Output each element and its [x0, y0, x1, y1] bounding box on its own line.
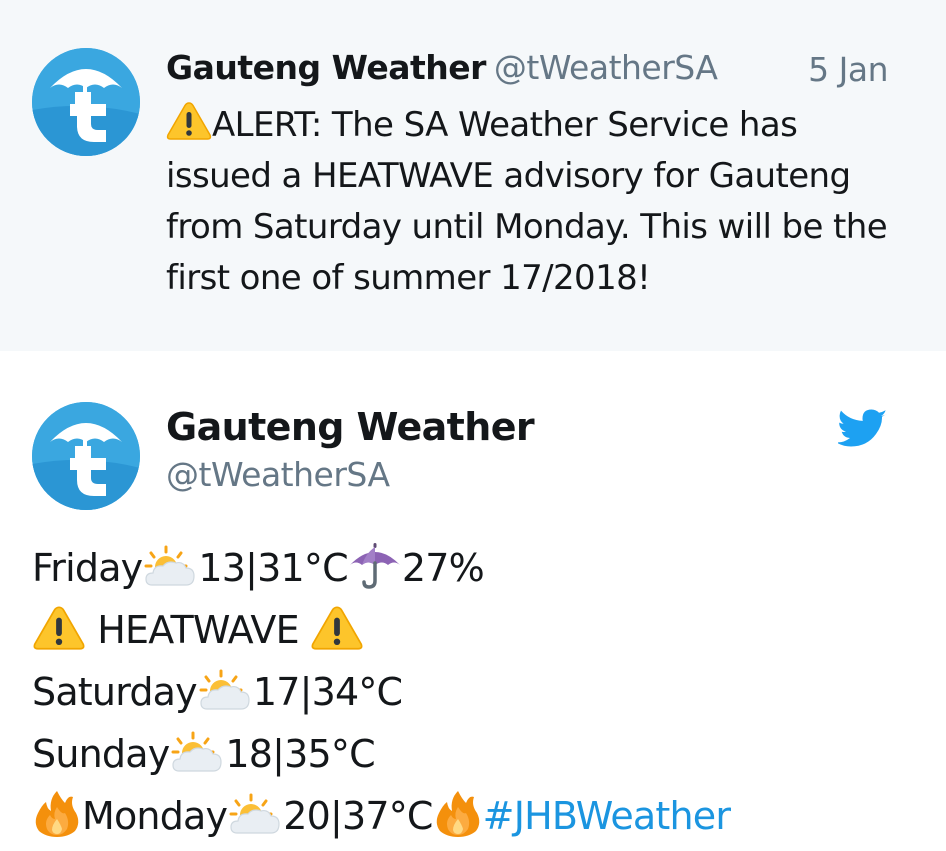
forecast-line-sunday: Sunday 18|35°C	[32, 723, 932, 785]
day-label: Sunday	[32, 732, 170, 776]
sun-behind-cloud-icon	[197, 669, 253, 713]
warning-icon	[310, 605, 364, 651]
display-name[interactable]: Gauteng Weather	[166, 48, 486, 87]
umbrella-icon	[348, 541, 402, 589]
user-handle[interactable]: @tWeatherSA	[494, 48, 718, 87]
rain-chance: 27%	[401, 546, 485, 590]
heatwave-line: HEATWAVE	[32, 599, 932, 661]
tweet-body: Friday 13|31°C 27% HEATWAVE Saturday 17|34°…	[32, 537, 932, 847]
warning-icon	[32, 605, 86, 651]
tweet[interactable]: Gauteng Weather @tWeatherSA Friday 13|31°…	[0, 351, 946, 851]
avatar[interactable]	[32, 402, 140, 510]
fire-icon	[433, 789, 483, 837]
day-label: Saturday	[32, 670, 198, 714]
heatwave-label: HEATWAVE	[97, 608, 299, 652]
quoted-tweet[interactable]: Gauteng Weather @tWeatherSA 5 Jan ALERT: …	[0, 0, 946, 351]
forecast-line-saturday: Saturday 17|34°C	[32, 661, 932, 723]
temperature-range: 18|35°C	[225, 732, 375, 776]
sun-behind-cloud-icon	[142, 545, 198, 589]
warning-icon	[166, 101, 212, 141]
fire-icon	[32, 789, 82, 837]
user-handle[interactable]: @tWeatherSA	[166, 455, 390, 494]
quoted-tweet-text: ALERT: The SA Weather Service has issued…	[166, 100, 896, 304]
temperature-range: 17|34°C	[252, 670, 403, 714]
display-name[interactable]: Gauteng Weather	[166, 405, 535, 449]
forecast-line-monday: Monday 20|37°C #JHBWeather	[32, 785, 932, 847]
day-label: Friday	[32, 546, 143, 590]
temperature-range: 13|31°C	[198, 546, 348, 590]
sun-behind-cloud-icon	[169, 731, 225, 775]
tweet-date[interactable]: 5 Jan	[808, 50, 888, 89]
avatar[interactable]	[32, 48, 140, 156]
twitter-bird-icon[interactable]	[838, 409, 888, 451]
forecast-line-friday: Friday 13|31°C 27%	[32, 537, 932, 599]
sun-behind-cloud-icon	[227, 793, 283, 837]
tweet-body-text: ALERT: The SA Weather Service has issued…	[166, 105, 888, 298]
avatar-umbrella-logo	[32, 402, 140, 510]
hashtag-link[interactable]: #JHBWeather	[483, 794, 731, 838]
day-label: Monday	[82, 794, 228, 838]
quoted-tweet-header: Gauteng Weather @tWeatherSA 5 Jan	[166, 48, 888, 92]
avatar-umbrella-logo	[32, 48, 140, 156]
temperature-range: 20|37°C	[283, 794, 433, 838]
